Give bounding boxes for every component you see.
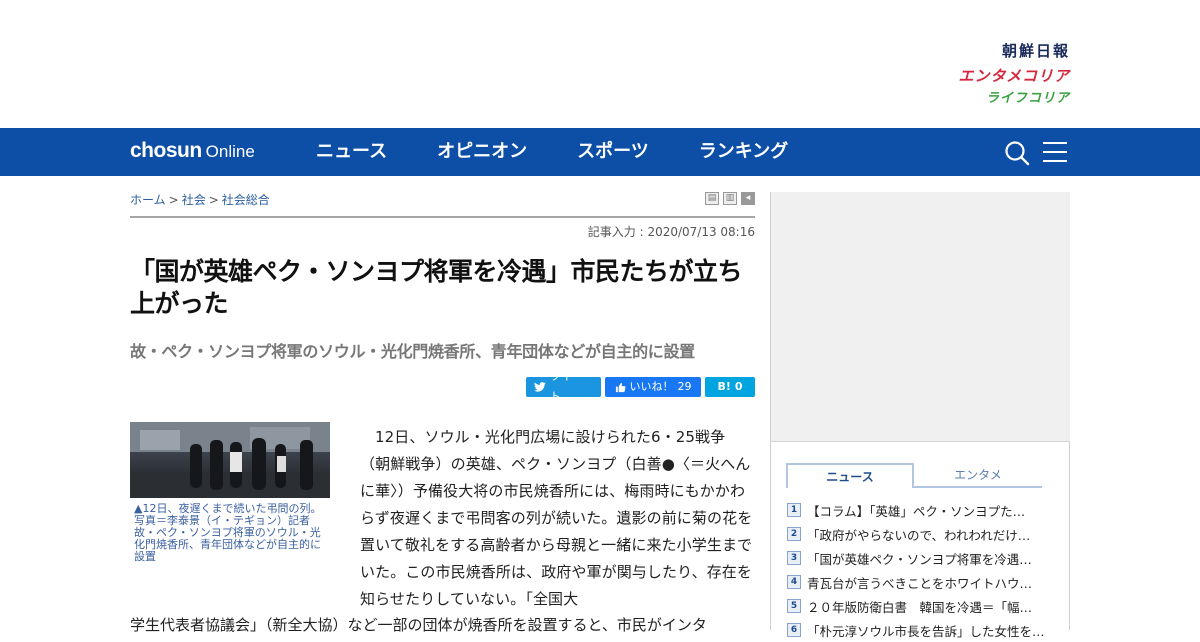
thumbs-up-icon — [615, 382, 625, 392]
article-title: 「国が英雄ペク・ソンヨプ将軍を冷遇」市民たちが立ち上がった — [130, 257, 743, 318]
rank-title: ２０年版防衛白書 韓国を冷遇＝「幅… — [807, 599, 1033, 615]
rank-number: 6 — [787, 623, 801, 637]
hatena-bookmark-button[interactable]: B! 0 — [705, 377, 755, 397]
main-nav: chosun Online ニュース オピニオン スポーツ ランキング — [0, 128, 1200, 176]
article-body: 12日、ソウル・光化門広場に設けられた6・25戦争（朝鮮戦争）の英雄、ペク・ソン… — [360, 428, 753, 608]
nav-item-opinion[interactable]: オピニオン — [437, 128, 527, 176]
tweet-button[interactable]: ツイート — [526, 370, 601, 403]
breadcrumb-society-general[interactable]: 社会総合 — [222, 193, 270, 207]
tab-entertainment[interactable]: エンタメ — [914, 463, 1042, 488]
back-icon[interactable]: ◂ — [741, 192, 755, 205]
rank-number: 1 — [787, 503, 801, 517]
twitter-bird-icon — [534, 382, 546, 392]
rank-title: 「朴元淳ソウル市長を告訴」した女性を… — [807, 623, 1045, 639]
breadcrumb-divider — [130, 216, 755, 218]
hatena-icon: B! — [717, 380, 731, 393]
rank-number: 2 — [787, 527, 801, 541]
life-korea-logo[interactable]: ライフコリア — [958, 92, 1070, 105]
breadcrumb-separator: > — [208, 193, 219, 207]
photo-crowd-image — [130, 422, 330, 498]
ranking-list: 1 【コラム】「英雄」ペク・ソンヨプた… 2 「政府がやらないので、われわれだけ… … — [787, 498, 1045, 642]
tweet-label: ツイート — [549, 370, 583, 403]
rank-number: 5 — [787, 599, 801, 613]
rank-title: 【コラム】「英雄」ペク・ソンヨプた… — [807, 503, 1026, 519]
like-count: 29 — [677, 380, 692, 393]
right-sidebar: ニュース エンタメ 1 【コラム】「英雄」ペク・ソンヨプた… 2 「政府がやらないの… — [770, 192, 1070, 639]
breadcrumb-society[interactable]: 社会 — [182, 193, 206, 207]
hatena-count: 0 — [734, 380, 743, 393]
breadcrumb: ホーム > 社会 > 社会総合 ▤ ▥ ◂ — [130, 191, 755, 207]
masthead: 朝鮮日報 エンタメコリア ライフコリア — [0, 0, 1200, 128]
entertainment-korea-logo[interactable]: エンタメコリア — [958, 69, 1070, 84]
like-label: いいね！ — [629, 380, 674, 393]
chosun-online-logo[interactable]: chosun Online — [130, 139, 255, 163]
nav-item-ranking[interactable]: ランキング — [699, 128, 788, 176]
logo-bold-text: chosun — [130, 139, 202, 162]
rank-title: 青瓦台が言うべきことをホワイトハウ… — [807, 575, 1033, 591]
rank-number: 3 — [787, 551, 801, 565]
nav-items: ニュース オピニオン スポーツ ランキング — [316, 128, 838, 176]
share-buttons: ツイート いいね！ 29 B! 0 — [526, 370, 755, 403]
rank-title: 「国が英雄ペク・ソンヨプ将軍を冷遇… — [807, 551, 1032, 567]
article-tools: ▤ ▥ ◂ — [705, 192, 755, 205]
article-date: 記事入力 : 2020/07/13 08:16 — [587, 225, 755, 239]
tab-news[interactable]: ニュース — [786, 463, 914, 488]
advertisement-slot — [771, 192, 1070, 442]
breadcrumb-home[interactable]: ホーム — [130, 193, 166, 207]
logo-light-text: Online — [205, 142, 255, 161]
print-icon[interactable]: ▤ — [705, 192, 719, 205]
ranking-item[interactable]: 1 【コラム】「英雄」ペク・ソンヨプた… — [787, 498, 1045, 522]
chosun-ilbo-logo[interactable]: 朝鮮日報 — [958, 44, 1070, 59]
nav-item-news[interactable]: ニュース — [316, 128, 387, 176]
ranking-tabs: ニュース エンタメ — [786, 463, 1042, 488]
ranking-item[interactable]: 4 青瓦台が言うべきことをホワイトハウ… — [787, 570, 1045, 594]
menu-icon[interactable] — [1043, 141, 1067, 163]
article-body-continued: 学生代表者協議会」（新全大協）など一部の団体が焼香所を設置すると、市民がインタ — [130, 616, 707, 634]
brand-links: 朝鮮日報 エンタメコリア ライフコリア — [958, 44, 1070, 106]
rank-title: 「政府がやらないので、われわれだけ… — [807, 527, 1031, 543]
rank-number: 4 — [787, 575, 801, 589]
font-size-icon[interactable]: ▥ — [723, 192, 737, 205]
photo-caption: ▲12日、夜遅くまで続いた弔問の列。写真＝李泰景（イ・テギョン）記者 故・ペク・… — [134, 502, 322, 563]
breadcrumb-separator: > — [168, 193, 179, 207]
ranking-item[interactable]: 3 「国が英雄ペク・ソンヨプ将軍を冷遇… — [787, 546, 1045, 570]
article-subtitle: 故・ペク・ソンヨプ将軍のソウル・光化門焼香所、青年団体などが自主的に設置 — [130, 342, 695, 361]
ranking-item[interactable]: 6 「朴元淳ソウル市長を告訴」した女性を… — [787, 618, 1045, 642]
facebook-like-button[interactable]: いいね！ 29 — [605, 377, 701, 397]
search-icon[interactable] — [1004, 140, 1030, 166]
nav-item-sports[interactable]: スポーツ — [577, 128, 649, 176]
ranking-item[interactable]: 2 「政府がやらないので、われわれだけ… — [787, 522, 1045, 546]
ranking-item[interactable]: 5 ２０年版防衛白書 韓国を冷遇＝「幅… — [787, 594, 1045, 618]
article-photo[interactable] — [130, 422, 330, 498]
